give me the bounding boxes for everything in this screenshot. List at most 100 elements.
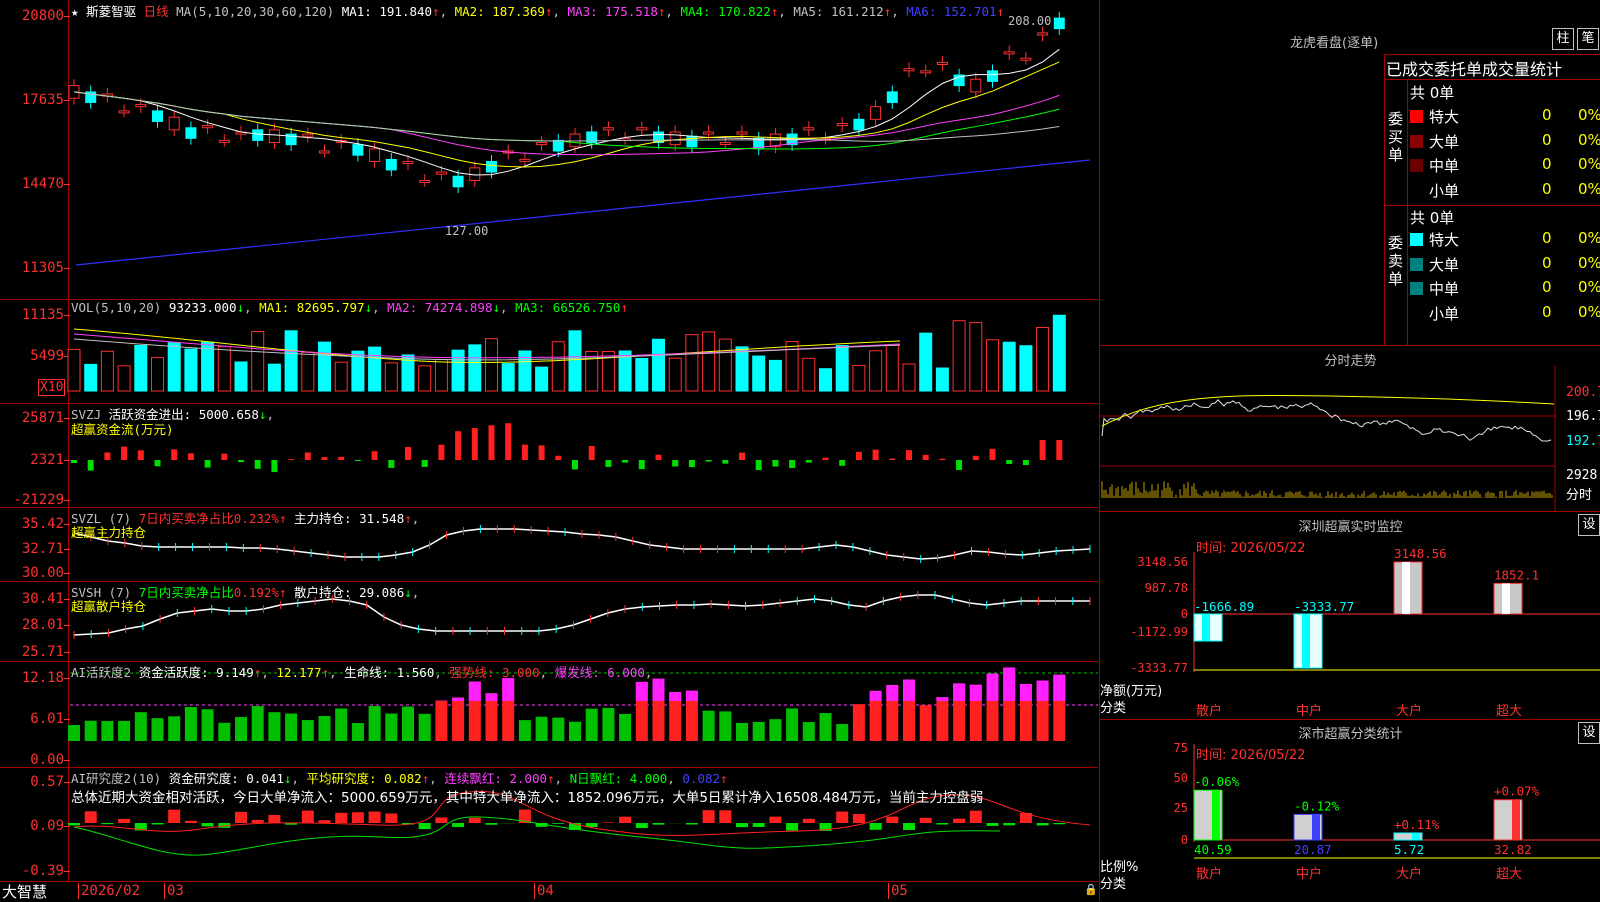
brand-logo: 大智慧 [2,881,47,902]
research-bar [870,823,882,830]
intraday-panel[interactable]: 分时走势 200.7 196.7 192.7 2928 分时 [1099,345,1600,512]
volume-bar [135,345,147,391]
flow-bar [823,458,829,460]
flow-bar [589,446,595,460]
candle [904,69,914,71]
ma6-line [76,160,1090,265]
order-count: 0 [1542,303,1552,321]
research-bar [619,817,631,823]
volume-bar [936,368,948,391]
order-count: 0 [1542,106,1552,124]
candle [153,111,163,122]
intraday-chart[interactable] [1100,346,1600,512]
research-bar [1037,823,1049,825]
flow-bar [522,445,528,460]
activity-bar [519,720,531,741]
order-row: 中单00% [1410,155,1459,176]
volume-panel[interactable]: 11135 5499 X10 VOL(5,10,20) 93233.000↓, … [0,299,1098,404]
volume-bar [118,366,130,391]
order-row: 中单00% [1410,278,1459,299]
period-label[interactable]: 日线 [144,4,169,19]
activity-bar [85,721,97,741]
order-row: 特大00% [1410,229,1459,250]
volume-bar [686,335,698,391]
activity-bar [285,714,297,741]
activity-bar [803,722,815,741]
research-bar [252,820,264,823]
time-tick: 2026/02 [78,883,140,899]
flow-bar [923,455,929,460]
price-panel[interactable]: 20800 17635 14470 11305 ★ 斯菱智驱 日线 MA(5,1… [0,0,1098,300]
monitor-chart[interactable]: 3148.56987.780-1172.99-3333.77-1666.89散户… [1100,512,1600,720]
monitor-ytick: 3148.56 [1137,555,1188,569]
monitor-bar-shine [1402,562,1410,614]
activity-bar [753,722,765,741]
flow-bar [505,423,511,460]
volume-bar [903,364,915,391]
volume-bar [502,364,514,391]
candle [119,111,129,113]
stock-name[interactable]: 斯菱智驱 [86,4,136,19]
flow-bar [305,452,311,460]
classify-chart[interactable]: 7550250-0.06%40.59散户-0.12%20.87中户+0.11%5… [1100,720,1600,901]
candle [403,161,413,163]
volume-bar [536,367,548,391]
ai1-t5: 爆发线: [555,665,600,680]
activity-bar [435,701,447,741]
ma-value: MA1: 191.840 [342,4,432,19]
activity-top [970,685,982,701]
order-percent: 0% [1578,254,1600,272]
research-bar [335,813,347,823]
svzl-panel[interactable]: 35.42 32.71 30.00 SVZL (7) 7日内买卖净占比0.232… [0,507,1098,582]
order-percent: 0% [1578,229,1600,247]
order-count: 0 [1542,229,1552,247]
volume-bar [202,342,214,391]
ai-research-panel[interactable]: 0.57 0.09 -0.39 AI研究度2(10) 资金研究度: 0.041↓… [0,767,1098,882]
svzl-subtitle: 超赢主力持仓 [71,522,146,541]
activity-top [669,692,681,701]
ai-activity-panel[interactable]: 12.18 6.01 0.00 AI活跃度2 资金活跃度: 9.149↑, 12… [0,661,1098,768]
sell-side-label: 委卖单 [1388,234,1404,288]
monitor-bar-shine [1502,583,1510,614]
svsh-t1: 7日内买卖净占比 [139,585,234,600]
candle [854,119,864,130]
low-price-label: 127.00 [445,224,488,238]
svzj-panel[interactable]: 25871 2321 -21229 SVZJ 活跃资金进出: 5000.658↓… [0,403,1098,508]
candle [603,128,613,130]
activity-bar [552,718,564,741]
monitor-ytick: 0 [1181,607,1188,621]
flow-bar [121,447,127,460]
research-bar [653,823,665,825]
monitor-panel[interactable]: 深圳超赢实时监控 设 时间: 2026/05/22 3148.56987.780… [1099,511,1600,720]
flow-bar [355,460,361,461]
classify-bar-color [1312,814,1320,840]
activity-bar [352,723,364,741]
research-bar [268,815,280,823]
volume-bar [335,362,347,391]
volume-bar [870,351,882,391]
column-button[interactable]: 柱 [1552,28,1574,50]
research-bar [369,811,381,823]
svsh-t2: 散户持仓: [294,585,352,600]
activity-top [870,691,882,701]
order-type: 小单 [1429,182,1459,200]
activity-bar [68,725,80,741]
candlestick-chart[interactable] [0,0,1098,299]
activity-bar [235,717,247,741]
flow-bar [438,445,444,460]
buy-side-label: 委买单 [1388,110,1404,164]
volume-bar [486,339,498,391]
classify-panel[interactable]: 深市超赢分类统计 设 时间: 2026/05/22 7550250-0.06%4… [1099,719,1600,901]
activity-top [686,691,698,701]
research-bar [1003,823,1015,825]
activity-bar [586,709,598,741]
monitor-ytick: -1172.99 [1130,625,1188,639]
tick-button[interactable]: 笔 [1577,28,1599,50]
ai1-v2: 12.177 [276,665,321,680]
svsh-panel[interactable]: 30.41 28.01 25.71 SVSH (7) 7日内买卖净占比0.192… [0,581,1098,662]
activity-top [502,678,514,701]
star-icon[interactable]: ★ [71,4,79,19]
lock-icon[interactable]: 🔒 [1084,883,1098,896]
ai2-v2: 0.082 [384,771,422,786]
volume-bar [419,366,431,391]
